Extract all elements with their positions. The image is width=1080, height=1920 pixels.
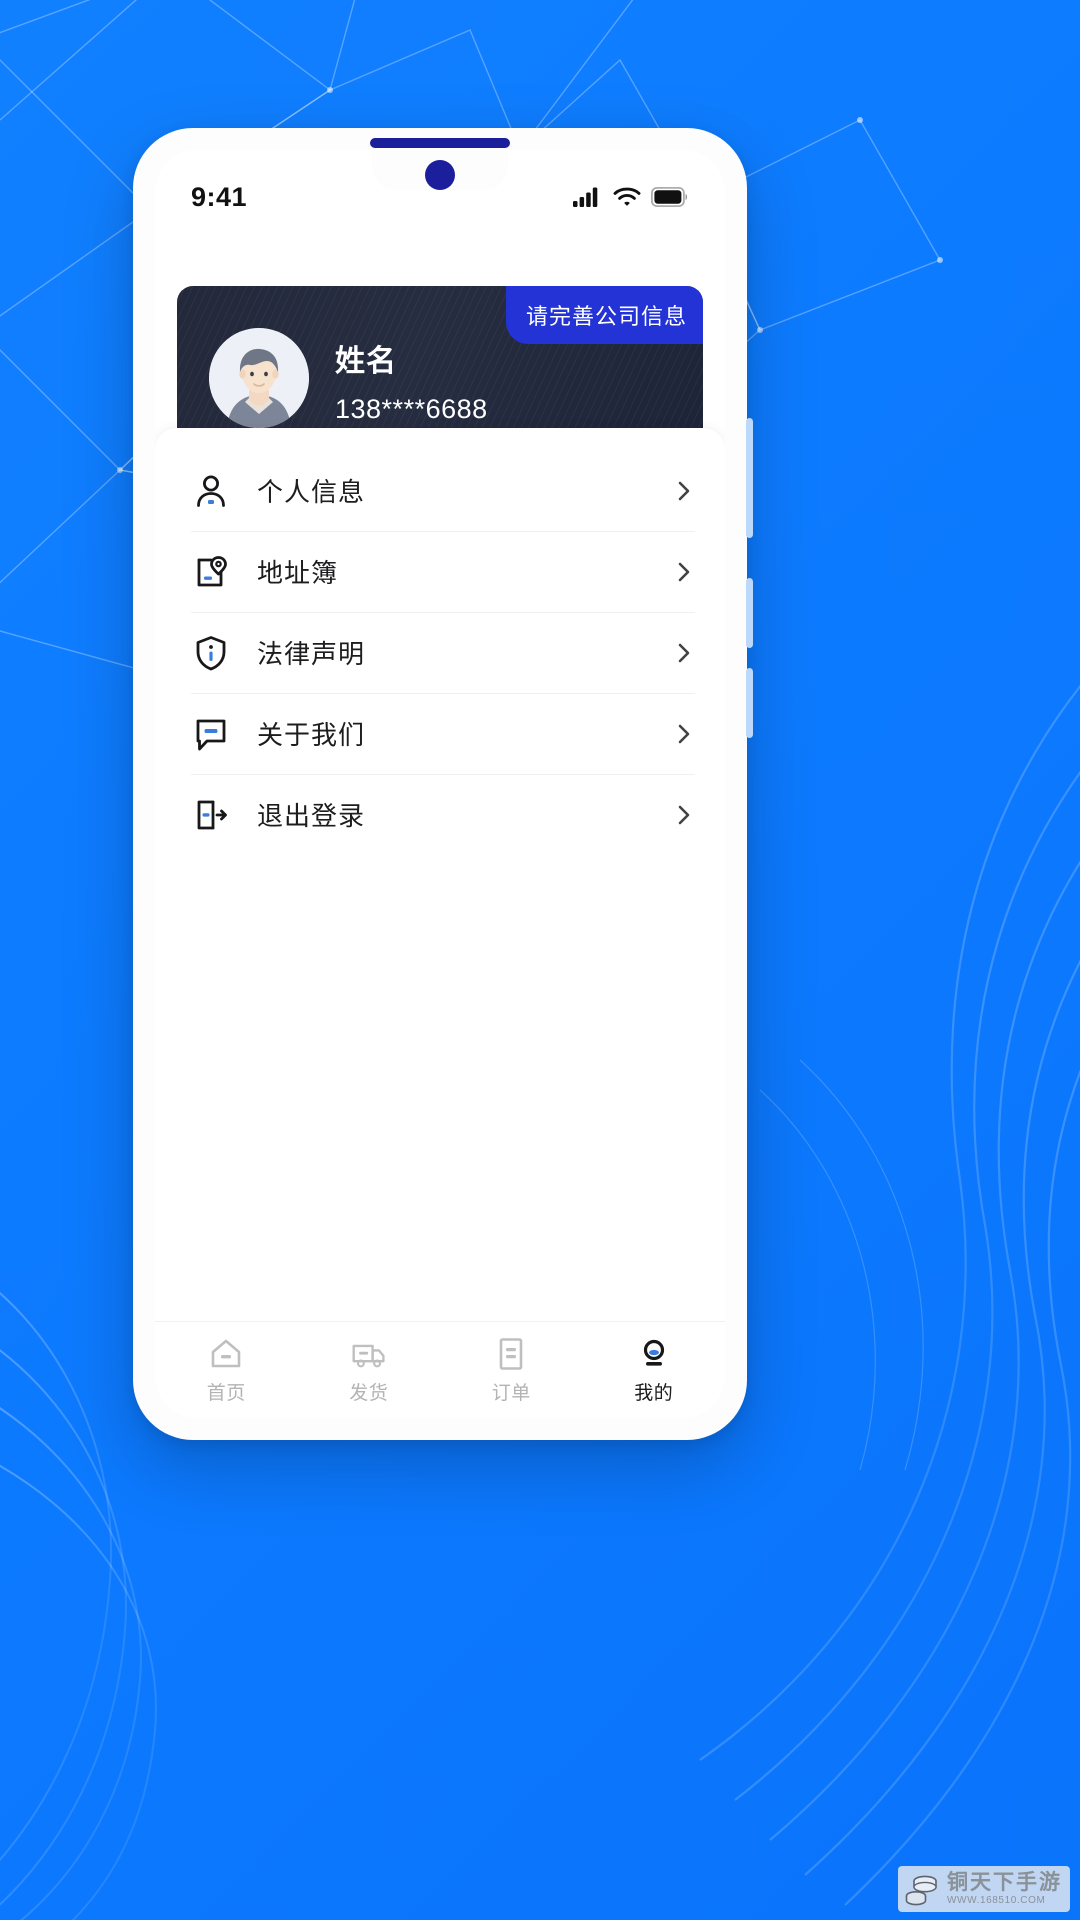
complete-company-info-badge[interactable]: 请完善公司信息 bbox=[505, 286, 703, 344]
profile-icon bbox=[643, 1339, 664, 1366]
cellular-signal-icon bbox=[573, 187, 598, 207]
watermark-text: 铜天下手游 WWW.168510.COM bbox=[947, 1872, 1062, 1906]
menu-item-label: 关于我们 bbox=[257, 720, 366, 750]
menu-item-personal-info[interactable]: 个人信息 bbox=[155, 450, 725, 531]
tab-shipping[interactable]: 发货 bbox=[298, 1336, 441, 1405]
chevron-right-icon bbox=[678, 805, 690, 824]
shield-info-icon bbox=[196, 635, 226, 670]
avatar[interactable] bbox=[209, 328, 309, 428]
tab-label: 首页 bbox=[206, 1382, 246, 1404]
menu-sheet: 个人信息 地址簿 法律声明 关于我们 退出登录 bbox=[155, 428, 725, 1321]
watermark: 铜天下手游 WWW.168510.COM bbox=[898, 1866, 1070, 1912]
person-icon bbox=[197, 475, 225, 507]
logout-icon bbox=[197, 800, 227, 829]
tab-label: 订单 bbox=[491, 1382, 531, 1404]
user-phone: 138****6688 bbox=[335, 394, 488, 424]
tab-label: 发货 bbox=[349, 1382, 389, 1404]
phone-screen: 9:41 请完善公司信息 姓名 138****6688 个人信息 地址簿 法律声… bbox=[155, 150, 725, 1418]
chevron-right-icon bbox=[678, 724, 690, 743]
watermark-title: 铜天下手游 bbox=[947, 1871, 1062, 1894]
status-bar-icons bbox=[573, 186, 689, 208]
order-list-icon bbox=[499, 1337, 523, 1370]
bottom-tab-bar: 首页 发货 订单 我的 bbox=[155, 1321, 725, 1418]
chat-bubble-icon bbox=[196, 719, 226, 750]
chevron-right-icon bbox=[678, 643, 690, 662]
address-book-icon bbox=[197, 555, 227, 586]
chevron-right-icon bbox=[678, 481, 690, 500]
tab-profile[interactable]: 我的 bbox=[583, 1336, 726, 1405]
menu-item-legal-statement[interactable]: 法律声明 bbox=[155, 612, 725, 693]
phone-volume-up-button[interactable] bbox=[746, 418, 753, 538]
phone-volume-down-button[interactable] bbox=[746, 578, 753, 648]
user-name: 姓名 bbox=[335, 345, 397, 378]
menu-item-address-book[interactable]: 地址簿 bbox=[155, 531, 725, 612]
wifi-icon bbox=[613, 187, 641, 206]
chevron-right-icon bbox=[678, 562, 690, 581]
truck-icon bbox=[352, 1344, 385, 1367]
user-meta: 姓名 138****6688 bbox=[335, 336, 488, 425]
menu-item-label: 退出登录 bbox=[257, 801, 366, 831]
watermark-url: WWW.168510.COM bbox=[947, 1895, 1046, 1906]
app-screen: 9:41 请完善公司信息 姓名 138****6688 个人信息 地址簿 法律声… bbox=[155, 150, 725, 1418]
user-avatar-icon bbox=[209, 328, 309, 428]
main-content: 请完善公司信息 姓名 138****6688 个人信息 地址簿 法律声明 关于我… bbox=[155, 226, 725, 1321]
menu-list: 个人信息 地址簿 法律声明 关于我们 退出登录 bbox=[155, 428, 725, 855]
tab-home[interactable]: 首页 bbox=[155, 1336, 298, 1405]
status-bar: 9:41 bbox=[155, 150, 725, 226]
phone-power-button[interactable] bbox=[746, 668, 753, 738]
tab-label: 我的 bbox=[634, 1382, 674, 1404]
menu-item-label: 个人信息 bbox=[257, 477, 366, 507]
home-icon bbox=[211, 1339, 241, 1367]
menu-item-logout[interactable]: 退出登录 bbox=[155, 774, 725, 855]
phone-mockup: 9:41 请完善公司信息 姓名 138****6688 个人信息 地址簿 法律声… bbox=[133, 128, 753, 1440]
menu-item-label: 法律声明 bbox=[257, 639, 366, 669]
menu-item-about-us[interactable]: 关于我们 bbox=[155, 693, 725, 774]
tab-orders[interactable]: 订单 bbox=[440, 1336, 583, 1405]
menu-item-label: 地址簿 bbox=[257, 558, 339, 588]
phone-speaker bbox=[370, 138, 510, 148]
status-bar-time: 9:41 bbox=[191, 181, 248, 212]
coins-icon bbox=[905, 1875, 937, 1906]
battery-icon bbox=[651, 187, 688, 207]
